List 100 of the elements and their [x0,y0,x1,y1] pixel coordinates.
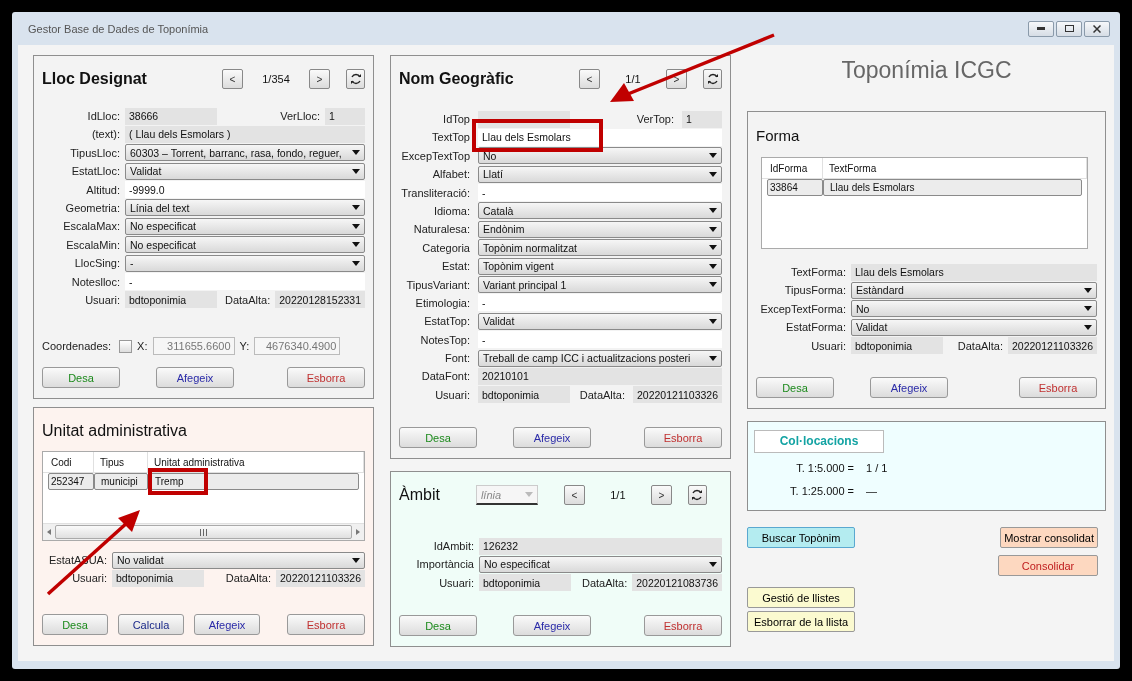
add-button[interactable]: Afegeix [513,427,591,448]
dropdown[interactable]: Treball de camp ICC i actualitzacions posteri [478,349,722,367]
field-label: Categoria [421,241,470,254]
table-cell[interactable]: 252347 [48,473,94,490]
dropdown[interactable]: Endònim [478,220,722,238]
previous-button[interactable]: < [222,69,243,89]
coordinate-field[interactable]: 4676340.4900 [254,337,341,355]
close-button[interactable] [1084,20,1110,37]
save-button[interactable]: Desa [399,427,477,448]
dropdown[interactable]: Topònim vigent [478,257,722,275]
save-button[interactable]: Desa [756,377,834,398]
add-button[interactable]: Afegeix [870,377,948,398]
column-header[interactable]: Codi [43,452,94,472]
field-label: IdTop [442,113,470,125]
next-button[interactable]: > [309,69,330,89]
field-label: Estat: [440,260,470,273]
next-button[interactable]: > [650,485,672,505]
panel-title: Lloc Designat [42,70,147,88]
readonly-field: 20220121083736 [632,574,722,592]
save-button[interactable]: Desa [42,614,108,635]
checkbox[interactable] [119,339,133,353]
minimize-button[interactable] [1028,20,1054,37]
input-field[interactable]: -9999.0 [125,181,365,199]
caret-icon [524,492,533,497]
dropdown[interactable]: Validat [125,162,365,180]
add-button[interactable]: Afegeix [194,614,260,635]
record-counter: 1/1 [624,73,642,85]
dropdown[interactable]: Variant principal 1 [478,276,722,293]
refresh-button[interactable] [346,69,365,89]
field-label: Altitud: [85,183,120,196]
dropdown[interactable]: Validat [851,318,1097,336]
readonly-field: bdtoponimia [112,569,204,587]
column-header[interactable]: TextForma [823,158,1087,178]
field-label: X: [137,340,148,352]
column-header[interactable]: IdForma [762,158,823,178]
coordinate-field[interactable]: 311655.6600 [152,337,235,355]
delete-button[interactable]: Esborra [644,427,722,448]
table-cell[interactable]: 33864 [767,179,823,196]
dropdown[interactable]: No [851,300,1097,318]
field-label: TipusVariant: [405,278,470,291]
maximize-button[interactable] [1056,20,1082,37]
add-button[interactable]: Afegeix [513,615,591,636]
field-label: DataAlta: [578,388,625,401]
field-label: Usuari: [438,576,474,589]
input-field[interactable]: - [125,273,365,290]
delete-button[interactable]: Esborra [644,615,722,636]
dropdown[interactable]: No validat [112,551,365,569]
column-header[interactable]: Unitat administrativa [148,452,364,472]
refresh-button[interactable] [687,485,707,505]
caret-icon [709,561,717,567]
delete-button[interactable]: Esborra [287,367,365,388]
delete-button[interactable]: Esborra [1019,377,1097,398]
show-button[interactable]: Mostrar consolidat [1000,527,1098,548]
search-button[interactable]: Buscar Topònim [747,527,855,548]
field-label: DataFont: [420,370,470,383]
dropdown[interactable]: Línia del text [125,199,365,217]
refresh-icon [706,73,719,85]
table-cell[interactable]: municipi [94,473,148,490]
dropdown[interactable]: No especificat [125,236,365,254]
caret-icon [1084,324,1092,330]
input-field[interactable]: Llau dels Esmolars [478,128,722,146]
refresh-button[interactable] [703,69,722,89]
save-button[interactable]: Desa [399,615,477,636]
dropdown[interactable]: No especificat [479,555,722,573]
input-field[interactable]: - [478,294,722,312]
horizontal-scrollbar[interactable] [43,523,364,540]
field-label: EstatLloc: [70,165,120,178]
table-cell[interactable]: Llau dels Esmolars [823,179,1082,196]
readonly-field: Llau dels Esmolars [851,263,1097,281]
caret-icon [352,150,360,156]
caret-icon [709,282,717,287]
refresh-icon [349,73,362,85]
add-button[interactable]: Afegeix [156,367,234,388]
delete-button[interactable]: Esborra [287,614,365,635]
calc-button[interactable]: Calcula [118,614,184,635]
dropdown[interactable]: - [125,254,365,272]
input-field[interactable]: - [478,331,722,349]
dropdown[interactable]: Validat [478,312,722,330]
previous-button[interactable]: < [579,69,600,89]
field-label: Usuari: [84,293,120,306]
readonly-field: bdtoponimia [479,574,571,592]
dropdown[interactable]: Topònim normalitzat [478,239,722,257]
dropdown[interactable]: 60303 – Torrent, barranc, rasa, fondo, reguer, [125,144,365,162]
dropdown[interactable]: Llatí [478,165,722,183]
caret-icon [709,208,717,214]
field-label: EstatTop: [423,315,470,328]
dropdown[interactable]: Estàndard [851,281,1097,299]
save-button[interactable]: Desa [42,367,120,388]
column-header[interactable]: Tipus [94,452,148,472]
previous-button[interactable]: < [563,485,585,505]
input-field[interactable]: - [478,184,722,202]
dropdown[interactable]: No especificat [125,217,365,235]
consolidate-button[interactable]: Consolidar [998,555,1098,576]
list-button[interactable]: Esborrar de la llista [747,611,855,632]
field-label: Noteslloc: [70,275,120,288]
list-button[interactable]: Gestió de llistes [747,587,855,608]
scrollbar-thumb[interactable] [55,525,352,539]
dropdown[interactable]: Català [478,202,722,220]
caret-icon [352,168,360,174]
readonly-field: 20220121103326 [1008,337,1097,355]
